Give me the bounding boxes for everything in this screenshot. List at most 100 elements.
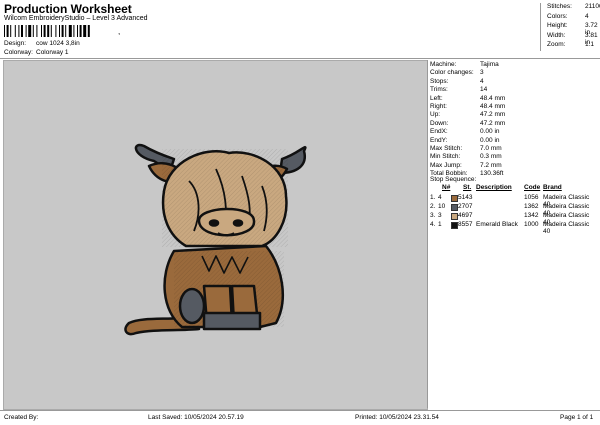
stop-num: 3. [430, 212, 436, 219]
width-row: Width: 3.81 in [547, 31, 600, 46]
color-swatch [451, 204, 458, 211]
colorway-label: Colorway: [4, 49, 33, 56]
barcode-bar [87, 25, 90, 37]
barcode-bar [43, 25, 46, 37]
detail-value: 0.00 in [480, 128, 500, 136]
width-label: Width: [547, 31, 566, 39]
barcode-bar [50, 25, 52, 37]
stop-code: 1056 [524, 194, 539, 201]
details-panel: Stop Sequence: N# St. Description Code B… [427, 60, 599, 408]
barcode-bar [10, 25, 12, 37]
stop-num: 2. [430, 203, 436, 210]
barcode-bar [6, 25, 9, 37]
stop-code: 1362 [524, 203, 539, 210]
detail-row: Max Jump: 7.2 mm [430, 162, 598, 170]
right-nostril [232, 219, 244, 227]
colors-value: 4 [585, 12, 589, 20]
height-label: Height: [547, 22, 568, 29]
detail-label: Stops: [430, 77, 449, 85]
detail-label: EndX: [430, 128, 448, 136]
barcode-bar [25, 25, 27, 37]
colors-row: Colors: 4 [547, 13, 600, 20]
detail-label: Machine: [430, 61, 457, 68]
design-value: cow 1024 3,8in [36, 40, 80, 47]
detail-value: 47.2 mm [480, 119, 506, 127]
detail-value: 47.2 mm [480, 111, 506, 119]
barcode-bar [65, 25, 67, 37]
detail-row: Max Stitch: 7.0 mm [430, 145, 598, 153]
colors-label: Colors: [547, 12, 568, 20]
barcode-bar [14, 25, 16, 37]
stop-sequence-row: 1. 4 5143 1056 Madeira Classic 40 [430, 194, 598, 208]
col-code: Code [524, 184, 541, 191]
detail-row: Total Bobbin: 130.36ft [430, 170, 598, 178]
footer: Created By: Last Saved: 10/05/2024 20.57… [0, 410, 600, 425]
barcode-bar [55, 25, 57, 37]
last-saved: Last Saved: 10/05/2024 20.57.19 [148, 414, 244, 421]
colorway-value: Colorway 1 [36, 49, 69, 56]
barcode-bar [83, 25, 87, 37]
stop-brand: Madeira Classic 40 [543, 221, 590, 235]
detail-row: Trims: 14 [430, 86, 598, 94]
barcode-bar [4, 25, 5, 37]
detail-value: 0.00 in [480, 136, 500, 144]
cow-design [124, 143, 307, 336]
detail-row: EndY: 0.00 in [430, 137, 598, 145]
page-title: Production Worksheet [4, 2, 132, 16]
detail-row: Stops: 4 [430, 78, 598, 86]
stitches-label: Stitches: [547, 3, 572, 10]
colorway-row: Colorway: Colorway 1 [4, 49, 204, 58]
detail-label: Total Bobbin: [430, 170, 468, 178]
barcode-bar [79, 25, 82, 37]
detail-label: Min Stitch: [430, 153, 461, 161]
barcode-bar [61, 25, 64, 37]
design-canvas[interactable] [3, 60, 428, 410]
stop-n: 1 [438, 221, 442, 228]
detail-label: Left: [430, 94, 443, 102]
detail-row: Left: 48.4 mm [430, 95, 598, 103]
created-by: Created By: [4, 414, 39, 421]
detail-value: Tajima [480, 61, 499, 68]
detail-row: Up: 47.2 mm [430, 111, 598, 119]
barcode-bar [28, 25, 32, 37]
col-n: N# [442, 184, 451, 191]
detail-value: 48.4 mm [480, 94, 506, 102]
barcode-bar [41, 25, 42, 37]
detail-row: Right: 48.4 mm [430, 103, 598, 111]
zoom-row: Zoom: 1:1 [547, 41, 600, 48]
cow-illustration [124, 143, 307, 336]
design-row: Design: cow 1024 3,8in [4, 40, 204, 49]
detail-label: Max Stitch: [430, 145, 463, 152]
barcode-bar [77, 25, 78, 37]
detail-label: Up: [430, 111, 441, 119]
detail-label: Down: [430, 119, 449, 127]
detail-label: EndY: [430, 136, 448, 144]
stop-sequence-row: 3. 3 4697 1342 Madeira Classic 40 [430, 212, 598, 226]
stitches-row: Stitches: 21106 [547, 3, 600, 10]
zoom-label: Zoom: [547, 41, 566, 48]
barcode-bar [73, 25, 75, 37]
barcode-bar [21, 25, 23, 37]
barcode-bar [36, 25, 38, 37]
color-swatch [451, 213, 458, 220]
detail-value: 130.36ft [480, 170, 504, 178]
stop-st: 2707 [458, 203, 473, 210]
color-swatch [451, 195, 458, 202]
barcode-bar [18, 25, 20, 37]
detail-row: Color changes: 3 [430, 69, 598, 77]
left-hoof [178, 287, 206, 325]
detail-label: Color changes: [430, 69, 474, 77]
design-label: Design: [4, 40, 27, 47]
col-description: Description [476, 184, 512, 191]
stop-code: 1342 [524, 212, 539, 219]
left-nostril [208, 219, 220, 227]
barcode-bar [59, 25, 60, 37]
detail-label: Right: [430, 103, 447, 110]
stop-num: 4. [430, 221, 436, 228]
stitches-value: 21106 [585, 3, 600, 10]
stop-sequence-row: 4. 1 8557 Emerald Black 1000 Madeira Classic … [430, 221, 598, 235]
barcode [4, 25, 90, 37]
detail-value: 7.2 mm [480, 161, 502, 169]
detail-value: 14 [480, 86, 488, 94]
color-swatch [451, 222, 458, 229]
